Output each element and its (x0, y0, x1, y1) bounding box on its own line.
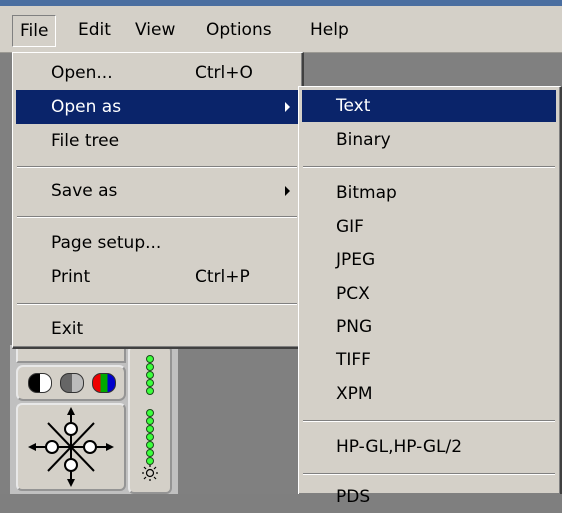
menu-item-shortcut: Ctrl+P (195, 267, 250, 287)
submenu-item-label: TIFF (336, 350, 371, 370)
submenu-item-binary[interactable]: Binary (302, 124, 556, 156)
submenu-item-xpm[interactable]: XPM (302, 378, 556, 410)
menu-item-label: Save as (51, 181, 118, 201)
bw-mode-icon[interactable] (28, 373, 52, 393)
menu-item-label: Page setup... (51, 233, 162, 253)
menu-help[interactable]: Help (302, 15, 357, 45)
file-menu: Open... Ctrl+O Open as File tree Save as… (12, 52, 304, 349)
move-arrows-icon (28, 407, 114, 487)
submenu-arrow-icon (285, 102, 290, 112)
submenu-item-label: Binary (336, 130, 391, 150)
menu-separator (17, 216, 297, 218)
menu-view[interactable]: View (127, 15, 183, 45)
level-dots-icon (142, 355, 158, 481)
submenu-item-label: GIF (336, 217, 364, 237)
menu-item-page-setup[interactable]: Page setup... (16, 226, 298, 260)
submenu-item-label: Text (336, 96, 371, 116)
menu-bar: File Edit View Options Help (0, 6, 562, 53)
menu-item-print[interactable]: Print Ctrl+P (16, 260, 298, 294)
menu-separator (303, 420, 555, 422)
submenu-item-tiff[interactable]: TIFF (302, 344, 556, 376)
submenu-item-pcx[interactable]: PCX (302, 278, 556, 310)
submenu-item-label: PDS (336, 487, 371, 507)
menu-item-open-as[interactable]: Open as (16, 90, 298, 124)
submenu-item-text[interactable]: Text (302, 90, 556, 122)
submenu-item-label: XPM (336, 384, 373, 404)
menu-separator (17, 303, 297, 305)
submenu-item-hpgl[interactable]: HP-GL,HP-GL/2 (302, 431, 556, 463)
submenu-item-label: JPEG (336, 250, 376, 270)
gray-mode-icon[interactable] (60, 373, 84, 393)
menu-item-shortcut: Ctrl+O (195, 63, 253, 83)
rgb-mode-icon[interactable] (92, 373, 116, 393)
menu-item-save-as[interactable]: Save as (16, 174, 298, 208)
submenu-item-pds[interactable]: PDS (302, 481, 556, 513)
toolbox-panel (10, 345, 178, 494)
submenu-item-label: HP-GL,HP-GL/2 (336, 437, 463, 457)
menu-item-label: Open... (51, 63, 113, 83)
menu-separator (303, 166, 555, 168)
submenu-item-label: PCX (336, 284, 370, 304)
submenu-arrow-icon (285, 186, 290, 196)
menu-separator (303, 473, 555, 475)
menu-item-file-tree[interactable]: File tree (16, 124, 298, 158)
menu-file[interactable]: File (12, 15, 57, 47)
submenu-item-label: PNG (336, 317, 373, 337)
open-as-submenu: Text Binary Bitmap GIF JPEG PCX PNG TIFF… (298, 86, 562, 507)
submenu-item-jpeg[interactable]: JPEG (302, 244, 556, 276)
color-mode-buttons[interactable] (16, 365, 126, 401)
menu-separator (17, 166, 297, 168)
submenu-item-label: Bitmap (336, 183, 397, 203)
submenu-item-gif[interactable]: GIF (302, 211, 556, 243)
submenu-item-png[interactable]: PNG (302, 311, 556, 343)
menu-item-label: Exit (51, 319, 84, 339)
menu-item-label: File tree (51, 131, 120, 151)
menu-item-label: Print (51, 267, 91, 287)
pan-control[interactable] (16, 403, 126, 491)
menu-options[interactable]: Options (198, 15, 280, 45)
submenu-item-bitmap[interactable]: Bitmap (302, 177, 556, 209)
menu-item-open[interactable]: Open... Ctrl+O (16, 56, 298, 90)
menu-edit[interactable]: Edit (70, 15, 119, 45)
menu-item-label: Open as (51, 97, 122, 117)
menu-item-exit[interactable]: Exit (16, 312, 298, 346)
brightness-slider[interactable] (128, 345, 172, 494)
